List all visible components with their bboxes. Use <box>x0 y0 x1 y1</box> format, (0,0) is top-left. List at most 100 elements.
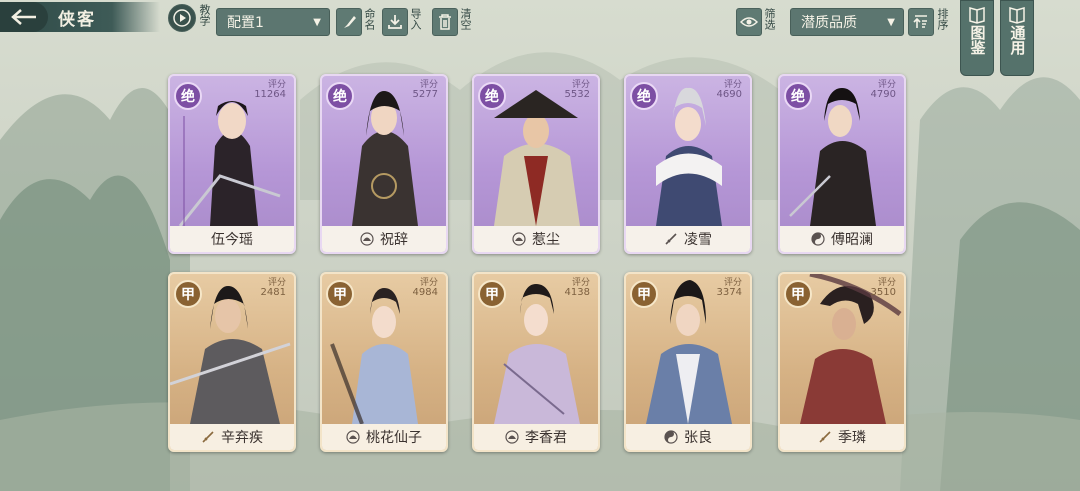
score-value: 11264 <box>254 89 286 100</box>
hero-name-bar: 张良 <box>626 424 750 450</box>
side-tab-general-label: 通用 <box>1008 25 1027 55</box>
chevron-down-icon: ▼ <box>313 16 321 28</box>
grade-badge: 甲 <box>326 280 354 308</box>
hero-name: 季璘 <box>838 430 866 446</box>
score-value: 4984 <box>412 287 438 298</box>
config-select-value: 配置1 <box>227 15 264 31</box>
grade-badge: 绝 <box>326 82 354 110</box>
page-title: 侠客 <box>58 9 96 30</box>
grade-badge: 甲 <box>630 280 658 308</box>
grade-badge: 绝 <box>174 82 202 110</box>
score: 评分 4790 <box>871 80 896 100</box>
brush-icon <box>344 16 356 28</box>
back-arrow-icon <box>11 9 36 25</box>
score: 评分 2481 <box>261 278 286 298</box>
config-select[interactable]: 配置1 ▼ <box>216 8 330 36</box>
hero-card[interactable]: 绝 评分 11264 伍今瑶 <box>168 74 296 254</box>
book-icon <box>1009 7 1025 24</box>
sword-icon <box>819 431 831 443</box>
score-value: 4138 <box>564 287 590 298</box>
lotus-icon <box>346 430 360 444</box>
score-value: 4790 <box>870 89 896 100</box>
title-bar: 侠客 <box>0 2 160 32</box>
score: 评分 4138 <box>565 278 590 298</box>
grade-badge: 绝 <box>478 82 506 110</box>
chevron-down-icon: ▼ <box>887 16 895 28</box>
sort-button[interactable] <box>908 8 934 36</box>
hero-name-bar: 季璘 <box>780 424 904 450</box>
lotus-icon <box>505 430 519 444</box>
hero-card[interactable]: 甲 评分 4138 李香君 <box>472 272 600 452</box>
hero-card[interactable]: 甲 评分 3374 张良 <box>624 272 752 452</box>
hero-name-bar: 祝辞 <box>322 226 446 252</box>
sword-icon <box>202 431 214 443</box>
play-icon <box>173 9 191 27</box>
hero-name-bar: 凌雪 <box>626 226 750 252</box>
lotus-icon <box>512 232 526 246</box>
sort-label: 排序 <box>936 8 949 30</box>
hero-name: 傅昭澜 <box>831 232 873 248</box>
taiji-icon <box>811 232 825 246</box>
score-value: 5532 <box>564 89 590 100</box>
filter-label: 筛选 <box>763 8 776 30</box>
grade-badge: 甲 <box>174 280 202 308</box>
side-tab-handbook-label: 图鉴 <box>968 25 987 55</box>
side-tab-handbook[interactable]: 图鉴 <box>960 0 994 76</box>
score: 评分 3374 <box>717 278 742 298</box>
grade-badge: 甲 <box>784 280 812 308</box>
hero-name-bar: 辛弃疾 <box>170 424 294 450</box>
clear-button[interactable] <box>432 8 458 36</box>
score: 评分 3510 <box>871 278 896 298</box>
side-tab-general[interactable]: 通用 <box>1000 0 1034 76</box>
hero-card[interactable]: 绝 评分 5277 祝辞 <box>320 74 448 254</box>
hero-card[interactable]: 绝 评分 5532 惹尘 <box>472 74 600 254</box>
rename-button[interactable] <box>336 8 362 36</box>
import-icon <box>388 15 402 29</box>
hero-name-bar: 桃花仙子 <box>322 424 446 450</box>
hero-name: 祝辞 <box>380 232 408 248</box>
tutorial-button[interactable] <box>168 4 196 32</box>
score-value: 3510 <box>870 287 896 298</box>
score-value: 5277 <box>412 89 438 100</box>
clear-label: 清空 <box>459 8 472 30</box>
score-value: 4690 <box>716 89 742 100</box>
lotus-icon <box>360 232 374 246</box>
sword-icon <box>665 233 677 245</box>
book-icon <box>969 7 985 24</box>
grade-badge: 甲 <box>478 280 506 308</box>
trash-icon <box>439 14 451 30</box>
rank-stripe <box>183 116 185 226</box>
hero-name-bar: 伍今瑶 <box>170 226 294 252</box>
top-bar: 侠客 教学 配置1 ▼ 命名 导入 清空 筛选 潜质品质 ▼ 排序 <box>0 0 1080 40</box>
tutorial-label: 教学 <box>198 4 211 26</box>
hero-card[interactable]: 绝 评分 4790 傅昭澜 <box>778 74 906 254</box>
hero-name: 凌雪 <box>684 232 712 248</box>
hero-name: 伍今瑶 <box>211 232 253 248</box>
score: 评分 4690 <box>717 80 742 100</box>
rename-label: 命名 <box>363 8 376 30</box>
back-button[interactable] <box>0 2 48 32</box>
hero-name: 惹尘 <box>532 232 560 248</box>
score: 评分 4984 <box>413 278 438 298</box>
score: 评分 5277 <box>413 80 438 100</box>
import-button[interactable] <box>382 8 408 36</box>
score: 评分 5532 <box>565 80 590 100</box>
hero-name-bar: 李香君 <box>474 424 598 450</box>
hero-name-bar: 傅昭澜 <box>780 226 904 252</box>
eye-icon <box>740 17 758 27</box>
grade-badge: 绝 <box>784 82 812 110</box>
hero-name: 桃花仙子 <box>366 430 422 446</box>
sort-select-value: 潜质品质 <box>801 15 857 31</box>
grade-badge: 绝 <box>630 82 658 110</box>
sort-icon <box>913 15 927 28</box>
hero-card[interactable]: 甲 评分 3510 季璘 <box>778 272 906 452</box>
hero-card[interactable]: 甲 评分 4984 桃花仙子 <box>320 272 448 452</box>
sort-select[interactable]: 潜质品质 ▼ <box>790 8 904 36</box>
score-value: 3374 <box>716 287 742 298</box>
hero-name: 张良 <box>684 430 712 446</box>
hero-card[interactable]: 绝 评分 4690 凌雪 <box>624 74 752 254</box>
score: 评分 11264 <box>254 80 286 100</box>
hero-card[interactable]: 甲 评分 2481 辛弃疾 <box>168 272 296 452</box>
filter-button[interactable] <box>736 8 762 36</box>
score-value: 2481 <box>260 287 286 298</box>
